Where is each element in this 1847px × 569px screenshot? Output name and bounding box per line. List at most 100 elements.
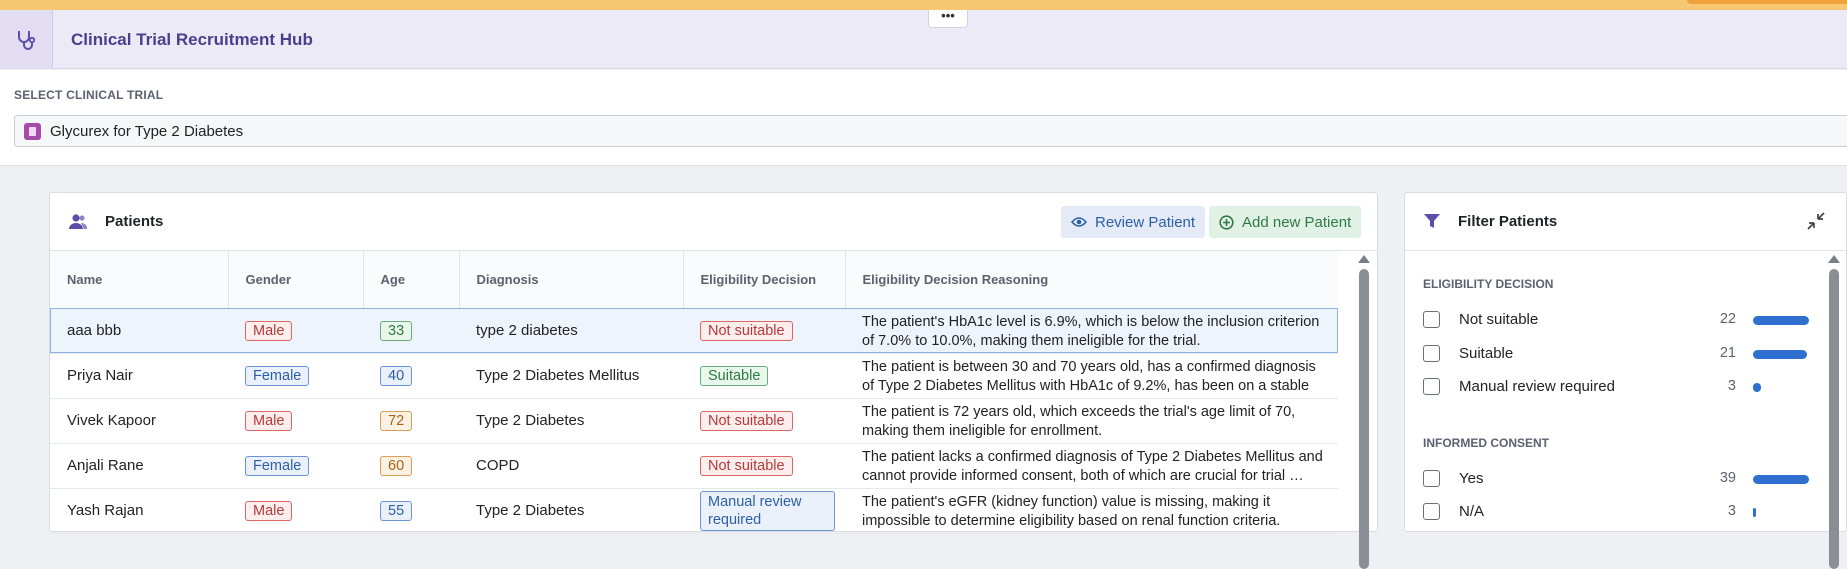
gender-badge: Male xyxy=(245,410,293,431)
more-menu-button[interactable]: ••• xyxy=(928,9,968,28)
table-row[interactable]: Priya Nair Female 40 Type 2 Diabetes Mel… xyxy=(50,353,1338,399)
table-row[interactable]: aaa bbb Male 33 type 2 diabetes Not suit… xyxy=(50,308,1338,354)
patients-panel: Patients Review Patient Add new Patient … xyxy=(49,192,1378,569)
reasoning-text: The patient is between 30 and 70 years o… xyxy=(862,358,1316,394)
patients-panel-header: Patients Review Patient Add new Patient xyxy=(50,193,1377,251)
gender-badge: Male xyxy=(245,320,293,341)
table-row[interactable]: Yash Rajan Male 55 Type 2 Diabetes Manua… xyxy=(50,488,1338,534)
decision-cell: Not suitable xyxy=(683,443,845,489)
column-header-age[interactable]: Age xyxy=(363,251,460,309)
reasoning-cell: The patient's eGFR (kidney function) val… xyxy=(845,488,1338,534)
filter-option-bar xyxy=(1753,475,1809,484)
checkbox[interactable] xyxy=(1423,470,1440,487)
column-header-reasoning[interactable]: Eligibility Decision Reasoning xyxy=(845,251,1338,309)
filter-option-yes[interactable]: Yes 39 xyxy=(1423,469,1809,489)
checkbox[interactable] xyxy=(1423,345,1440,362)
decision-badge: Not suitable xyxy=(700,320,793,341)
reasoning-text: The patient lacks a confirmed diagnosis … xyxy=(862,448,1323,484)
gender-cell: Male xyxy=(228,398,363,444)
trial-select-value: Glycurex for Type 2 Diabetes xyxy=(50,123,244,140)
scroll-up-arrow-icon[interactable] xyxy=(1828,255,1840,263)
stethoscope-icon xyxy=(18,30,36,50)
diagnosis: Type 2 Diabetes Mellitus xyxy=(459,353,683,399)
column-header-name[interactable]: Name xyxy=(50,251,229,309)
patient-name: aaa bbb xyxy=(50,308,228,354)
gender-badge: Female xyxy=(245,455,310,476)
funnel-icon xyxy=(1423,213,1441,235)
column-header-gender[interactable]: Gender xyxy=(228,251,364,309)
decision-cell: Manual review required xyxy=(683,488,845,534)
decision-badge: Not suitable xyxy=(700,410,793,431)
filter-option-label: Manual review required xyxy=(1459,378,1615,395)
app-logo[interactable] xyxy=(0,10,53,69)
trial-selector-label: SELECT CLINICAL TRIAL xyxy=(14,88,164,102)
age-badge: 60 xyxy=(380,455,413,476)
filter-option-count: 39 xyxy=(1719,470,1736,486)
gender-cell: Male xyxy=(228,488,363,534)
collapse-icon[interactable] xyxy=(1806,211,1826,236)
patient-name: Vivek Kapoor xyxy=(50,398,228,444)
checkbox[interactable] xyxy=(1423,378,1440,395)
app-title: Clinical Trial Recruitment Hub xyxy=(71,30,313,49)
filter-option-bar xyxy=(1753,383,1761,392)
filter-option-manual-review[interactable]: Manual review required 3 xyxy=(1423,377,1803,397)
diagnosis: type 2 diabetes xyxy=(459,308,683,354)
filter-option-bar xyxy=(1753,508,1756,517)
filter-option-bar xyxy=(1753,350,1807,359)
filter-option-label: Suitable xyxy=(1459,345,1514,362)
column-header-diagnosis[interactable]: Diagnosis xyxy=(459,251,684,309)
scrollbar-thumb[interactable] xyxy=(1359,269,1369,569)
reasoning-cell: The patient lacks a confirmed diagnosis … xyxy=(845,443,1338,489)
table-scrollbar[interactable] xyxy=(1358,255,1370,569)
review-patient-label: Review Patient xyxy=(1095,213,1196,231)
eligibility-filter-label: ELIGIBILITY DECISION xyxy=(1423,277,1554,291)
reasoning-text: The patient is 72 years old, which excee… xyxy=(862,403,1296,439)
scrollbar-thumb[interactable] xyxy=(1829,269,1839,569)
checkbox[interactable] xyxy=(1423,503,1440,520)
review-patient-button[interactable]: Review Patient xyxy=(1061,206,1206,238)
gender-badge: Male xyxy=(245,500,293,521)
gender-cell: Female xyxy=(228,443,363,489)
reasoning-text: The patient's eGFR (kidney function) val… xyxy=(862,493,1281,529)
age-badge: 55 xyxy=(380,500,413,521)
decision-cell: Suitable xyxy=(683,353,845,399)
filter-panel: Filter Patients ELIGIBILITY DECISION Not… xyxy=(1404,192,1847,569)
trial-selector-section: SELECT CLINICAL TRIAL Glycurex for Type … xyxy=(0,70,1847,166)
checkbox[interactable] xyxy=(1423,311,1440,328)
reasoning-cell: The patient is between 30 and 70 years o… xyxy=(845,353,1338,399)
filter-option-label: Not suitable xyxy=(1459,311,1539,328)
filter-option-not-suitable[interactable]: Not suitable 22 xyxy=(1423,310,1809,330)
diagnosis: Type 2 Diabetes xyxy=(459,398,683,444)
decision-badge: Suitable xyxy=(700,365,769,386)
clipboard-icon xyxy=(24,123,41,140)
age-badge: 40 xyxy=(380,365,413,386)
table-header-row: Name Gender Age Diagnosis Eligibility De… xyxy=(50,251,1338,309)
table-row[interactable]: Vivek Kapoor Male 72 Type 2 Diabetes Not… xyxy=(50,398,1338,444)
scroll-up-arrow-icon[interactable] xyxy=(1358,255,1370,263)
users-icon xyxy=(68,213,88,235)
trial-select[interactable]: Glycurex for Type 2 Diabetes xyxy=(14,115,1847,147)
column-header-eligibility[interactable]: Eligibility Decision xyxy=(683,251,846,309)
patients-title: Patients xyxy=(105,213,164,230)
reasoning-cell: The patient is 72 years old, which excee… xyxy=(845,398,1338,444)
filter-scrollbar[interactable] xyxy=(1828,255,1840,569)
reasoning-text: The patient's HbA1c level is 6.9%, which… xyxy=(862,313,1320,349)
gender-cell: Male xyxy=(228,308,363,354)
add-patient-button[interactable]: Add new Patient xyxy=(1209,206,1362,238)
age-badge: 72 xyxy=(380,410,413,431)
filter-option-count: 3 xyxy=(1727,503,1736,519)
diagnosis: Type 2 Diabetes xyxy=(459,488,683,534)
plus-circle-icon xyxy=(1219,214,1234,230)
filter-option-label: Yes xyxy=(1459,470,1484,487)
filter-option-suitable[interactable]: Suitable 21 xyxy=(1423,344,1807,364)
filter-title: Filter Patients xyxy=(1458,213,1558,230)
age-cell: 60 xyxy=(363,443,459,489)
decision-badge: Manual review required xyxy=(700,490,835,531)
filter-option-bar xyxy=(1753,316,1809,325)
reasoning-cell: The patient's HbA1c level is 6.9%, which… xyxy=(845,308,1338,354)
decision-badge: Not suitable xyxy=(700,455,793,476)
filter-option-na[interactable]: N/A 3 xyxy=(1423,502,1803,522)
age-cell: 72 xyxy=(363,398,459,444)
table-row[interactable]: Anjali Rane Female 60 COPD Not suitable … xyxy=(50,443,1338,489)
patients-table: Name Gender Age Diagnosis Eligibility De… xyxy=(50,251,1338,534)
